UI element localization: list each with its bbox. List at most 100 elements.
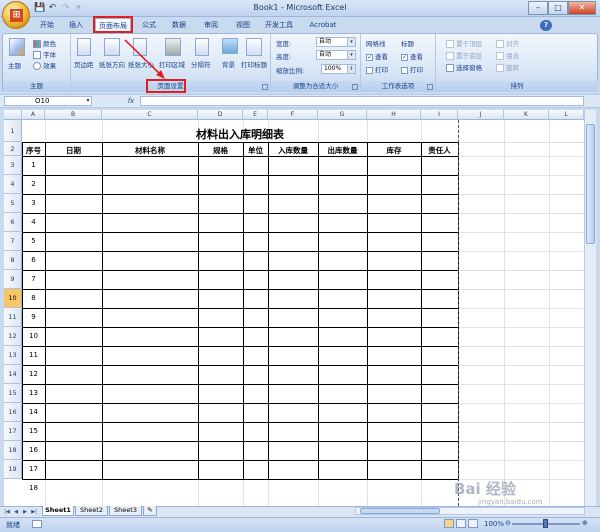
scale-percent-spinner[interactable]: 100% ⇕ — [321, 64, 356, 74]
gridlines-print-checkbox[interactable]: 打印 — [366, 64, 388, 74]
sheet-tab-3[interactable]: Sheet3 — [109, 506, 142, 516]
row-header-17[interactable]: 17 — [4, 422, 22, 441]
theme-button-label[interactable]: 主题 — [8, 60, 21, 70]
breaks-icon[interactable] — [195, 38, 209, 56]
tab-data[interactable]: 数据 — [166, 18, 192, 33]
formula-input[interactable] — [140, 96, 584, 106]
close-button[interactable]: ✕ — [568, 1, 596, 15]
serial-cell[interactable]: 6 — [22, 256, 45, 264]
last-sheet-icon[interactable]: ▶| — [30, 508, 38, 516]
tab-insert[interactable]: 插入 — [63, 18, 89, 33]
sheet-tab-1[interactable]: Sheet1 — [42, 506, 74, 516]
row-header-7[interactable]: 7 — [4, 232, 22, 251]
page-break-view-icon[interactable] — [468, 519, 478, 528]
redo-icon[interactable]: ↷ — [60, 3, 71, 14]
breaks-button[interactable]: 分隔符 — [191, 59, 211, 69]
serial-cell[interactable]: 13 — [22, 389, 45, 397]
name-box[interactable]: O10 — [4, 96, 92, 106]
tab-view[interactable]: 视图 — [230, 18, 256, 33]
row-header-1[interactable]: 1 — [4, 120, 22, 142]
column-header-h[interactable]: H — [367, 110, 421, 120]
headings-print-checkbox[interactable]: 打印 — [401, 64, 423, 74]
row-header-18[interactable]: 18 — [4, 441, 22, 460]
column-header-a[interactable]: A — [22, 110, 45, 120]
serial-cell[interactable]: 11 — [22, 351, 45, 359]
help-icon[interactable]: ? — [540, 20, 552, 31]
column-header-l[interactable]: L — [549, 110, 584, 120]
serial-cell[interactable]: 4 — [22, 218, 45, 226]
tab-developer[interactable]: 开发工具 — [261, 18, 297, 33]
normal-view-icon[interactable] — [444, 519, 454, 528]
insert-sheet-icon[interactable]: ✎ — [143, 506, 157, 516]
first-sheet-icon[interactable]: |◀ — [3, 508, 11, 516]
margins-button[interactable]: 页边距 — [74, 59, 94, 69]
sheet-tab-2[interactable]: Sheet2 — [75, 506, 108, 516]
theme-fonts-button[interactable]: 字体 — [33, 49, 56, 59]
theme-colors-button[interactable]: 颜色 — [33, 38, 56, 48]
gridlines-view-checkbox[interactable]: ✓ 查看 — [366, 51, 388, 61]
macro-record-icon[interactable] — [32, 520, 42, 528]
serial-cell[interactable]: 8 — [22, 294, 45, 302]
scale-launcher-icon[interactable] — [352, 84, 358, 90]
sheet-options-launcher-icon[interactable] — [427, 84, 433, 90]
print-area-icon[interactable] — [165, 38, 181, 56]
row-header-14[interactable]: 14 — [4, 365, 22, 384]
fx-icon[interactable]: fx — [124, 96, 138, 106]
size-button[interactable]: 纸张大小 — [128, 59, 154, 69]
zoom-out-icon[interactable]: ⊖ — [505, 519, 511, 527]
serial-cell[interactable]: 17 — [22, 465, 45, 473]
column-header-j[interactable]: J — [458, 110, 504, 120]
print-area-button[interactable]: 打印区域 — [159, 59, 185, 69]
save-icon[interactable]: 💾 — [34, 3, 45, 14]
zoom-slider-knob[interactable] — [543, 519, 548, 528]
tab-formulas[interactable]: 公式 — [136, 18, 162, 33]
tab-home[interactable]: 开始 — [33, 18, 61, 33]
rotate-button[interactable]: 旋转 — [496, 62, 519, 72]
serial-cell[interactable]: 2 — [22, 180, 45, 188]
zoom-in-icon[interactable]: ⊕ — [582, 519, 588, 527]
serial-cell[interactable]: 5 — [22, 237, 45, 245]
row-header-16[interactable]: 16 — [4, 403, 22, 422]
tab-acrobat[interactable]: Acrobat — [303, 18, 343, 33]
row-header-13[interactable]: 13 — [4, 346, 22, 365]
row-header-10[interactable]: 10 — [4, 289, 22, 308]
column-header-i[interactable]: I — [421, 110, 458, 120]
column-header-c[interactable]: C — [102, 110, 198, 120]
theme-effects-button[interactable]: 效果 — [33, 60, 56, 70]
undo-icon[interactable]: ↶ — [47, 3, 58, 14]
orientation-button[interactable]: 纸张方向 — [99, 59, 125, 69]
orientation-icon[interactable] — [104, 38, 120, 56]
maximize-button[interactable]: □ — [548, 1, 568, 15]
serial-cell[interactable]: 15 — [22, 427, 45, 435]
group-button[interactable]: 组合 — [496, 50, 519, 60]
worksheet-grid[interactable]: A B C D E F G H I J K L 1 2 3 4 5 6 7 8 9 10 11 12 13 14 15 16 17 18 1… — [4, 110, 584, 506]
align-button[interactable]: 对齐 — [496, 38, 519, 48]
prev-sheet-icon[interactable]: ◀ — [12, 508, 20, 516]
zoom-level[interactable]: 100% — [484, 520, 504, 528]
row-header-11[interactable]: 11 — [4, 308, 22, 327]
scale-width-combo[interactable]: 自动 ▾ — [316, 37, 356, 47]
serial-cell[interactable]: 7 — [22, 275, 45, 283]
background-button[interactable]: 背景 — [222, 59, 235, 69]
page-layout-view-icon[interactable] — [456, 519, 466, 528]
serial-cell[interactable]: 3 — [22, 199, 45, 207]
serial-cell[interactable]: 9 — [22, 313, 45, 321]
column-header-d[interactable]: D — [198, 110, 243, 120]
send-back-button[interactable]: 置于底层 — [446, 50, 482, 60]
size-icon[interactable] — [133, 38, 147, 56]
row-header-15[interactable]: 15 — [4, 384, 22, 403]
serial-cell[interactable]: 16 — [22, 446, 45, 454]
scale-height-combo[interactable]: 自动 ▾ — [316, 50, 356, 60]
selection-pane-button[interactable]: 选择窗格 — [446, 62, 482, 72]
column-header-e[interactable]: E — [243, 110, 268, 120]
column-header-k[interactable]: K — [504, 110, 549, 120]
row-header-12[interactable]: 12 — [4, 327, 22, 346]
headings-view-checkbox[interactable]: ✓ 查看 — [401, 51, 423, 61]
office-button[interactable]: ⊞ — [2, 1, 30, 29]
margins-icon[interactable] — [77, 38, 91, 56]
serial-cell[interactable]: 18 — [22, 484, 45, 492]
column-header-b[interactable]: B — [45, 110, 102, 120]
column-header-g[interactable]: G — [318, 110, 367, 120]
row-header-6[interactable]: 6 — [4, 213, 22, 232]
namebox-chevron-down-icon[interactable]: ▾ — [84, 96, 92, 106]
